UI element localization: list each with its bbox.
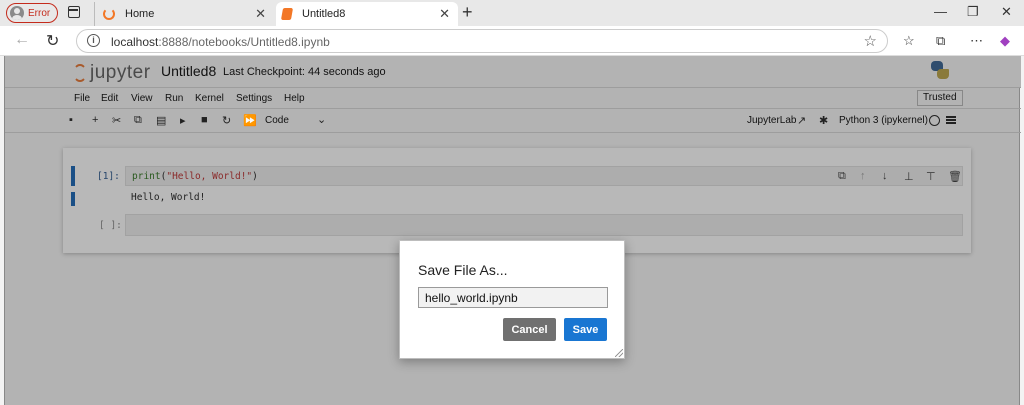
restore-icon[interactable]: ❐ — [967, 4, 979, 20]
menu-bar: File Edit View Run Kernel Settings Help … — [5, 87, 1021, 109]
debugger-icon[interactable]: ✱ — [819, 114, 828, 127]
cell-selection-bar[interactable] — [71, 166, 75, 186]
cancel-button[interactable]: Cancel — [503, 318, 556, 341]
move-down-icon[interactable]: ↓ — [882, 170, 888, 182]
output-collapse-bar[interactable] — [71, 192, 75, 206]
notebook-toolbar: ▪ + ✂ ⧉ ▤ ▸ ■ ↻ ⏩ Code ⌄ JupyterLab ↗ ✱ … — [5, 109, 1021, 133]
insert-above-icon[interactable]: ⊥ — [904, 170, 914, 183]
restart-icon[interactable]: ↻ — [222, 114, 231, 127]
menu-edit[interactable]: Edit — [101, 93, 118, 104]
code-cell[interactable]: print("Hello, World!") ⧉ ↑ ↓ ⊥ ⊤ 🗑 — [125, 166, 963, 186]
tab-title: Home — [125, 8, 155, 20]
url-text: localhost:8888/notebooks/Untitled8.ipynb — [111, 35, 330, 49]
dialog-title: Save File As... — [418, 262, 508, 278]
browser-tab-strip: Error Home ✕ Untitled8 ✕ + — ❐ ✕ — [0, 0, 1024, 26]
jupyter-logo[interactable]: jupyter — [73, 62, 151, 84]
profile-status-label: Error — [28, 7, 51, 19]
cut-icon[interactable]: ✂ — [112, 114, 121, 127]
duplicate-cell-icon[interactable]: ⧉ — [838, 170, 846, 183]
filename-input[interactable] — [418, 287, 608, 308]
jupyterlab-link[interactable]: JupyterLab — [747, 115, 796, 126]
new-tab-icon[interactable]: + — [462, 2, 473, 23]
jupyter-favicon-icon — [103, 8, 115, 20]
jupyter-header: jupyter Untitled8 Last Checkpoint: 44 se… — [5, 56, 1021, 87]
save-icon[interactable]: ▪ — [69, 114, 73, 126]
url-field[interactable]: i localhost:8888/notebooks/Untitled8.ipy… — [76, 29, 888, 53]
back-icon[interactable]: ← — [14, 31, 30, 49]
kernel-name[interactable]: Python 3 (ipykernel) — [839, 115, 928, 126]
menu-view[interactable]: View — [131, 93, 153, 104]
cell-type-select[interactable]: Code — [265, 115, 289, 126]
insert-cell-icon[interactable]: + — [92, 114, 98, 126]
trusted-badge[interactable]: Trusted — [917, 90, 963, 106]
avatar — [10, 6, 24, 20]
reload-icon[interactable]: ↻ — [46, 31, 59, 51]
more-menu-icon[interactable]: ⋯ — [970, 33, 983, 49]
python-logo-icon — [931, 61, 949, 79]
close-tab-icon[interactable]: ✕ — [439, 6, 450, 22]
tab-home[interactable]: Home ✕ — [94, 2, 274, 26]
copy-icon[interactable]: ⧉ — [134, 114, 142, 127]
external-link-icon[interactable]: ↗ — [797, 114, 806, 127]
copilot-icon[interactable]: ◆ — [1000, 33, 1010, 49]
fast-forward-icon[interactable]: ⏩ — [243, 114, 257, 127]
menu-file[interactable]: File — [74, 93, 90, 104]
save-file-dialog: Save File As... Cancel Save — [399, 240, 625, 359]
notebook-title[interactable]: Untitled8 — [161, 63, 216, 79]
run-icon[interactable]: ▸ — [180, 114, 186, 127]
menu-settings[interactable]: Settings — [236, 93, 272, 104]
checkpoint-status: Last Checkpoint: 44 seconds ago — [223, 66, 386, 78]
profile-button[interactable]: Error — [6, 3, 58, 23]
tab-title: Untitled8 — [302, 8, 346, 20]
jupyter-logo-icon — [73, 64, 87, 82]
save-button[interactable]: Save — [564, 318, 607, 341]
cell-prompt: [ ]: — [99, 220, 122, 231]
menu-kernel[interactable]: Kernel — [195, 93, 224, 104]
kernel-status-icon — [929, 115, 940, 126]
move-up-icon[interactable]: ↑ — [860, 170, 866, 182]
stop-icon[interactable]: ■ — [201, 114, 208, 126]
cell-output: Hello, World! — [131, 192, 206, 203]
favorites-icon[interactable]: ☆ — [903, 33, 915, 49]
delete-cell-icon[interactable]: 🗑 — [948, 170, 962, 183]
menu-run[interactable]: Run — [165, 93, 183, 104]
address-bar-row: ← ↻ i localhost:8888/notebooks/Untitled8… — [0, 26, 1024, 56]
collections-icon[interactable]: ⧉ — [936, 33, 945, 49]
favorite-star-icon[interactable]: ☆ — [864, 32, 877, 50]
notebook-cells: [1]: print("Hello, World!") ⧉ ↑ ↓ ⊥ ⊤ 🗑 … — [63, 148, 971, 253]
menu-icon[interactable] — [946, 116, 956, 124]
minimize-icon[interactable]: — — [934, 4, 947, 19]
cell-prompt: [1]: — [97, 171, 120, 182]
empty-code-cell[interactable] — [125, 214, 963, 236]
notebook-favicon-icon — [280, 8, 294, 20]
code-line: print("Hello, World!") — [132, 171, 258, 182]
close-window-icon[interactable]: ✕ — [1001, 4, 1012, 20]
insert-below-icon[interactable]: ⊤ — [926, 170, 936, 183]
tab-untitled8[interactable]: Untitled8 ✕ — [276, 2, 458, 26]
chevron-down-icon[interactable]: ⌄ — [317, 113, 326, 126]
close-tab-icon[interactable]: ✕ — [255, 6, 266, 22]
tab-actions-icon[interactable] — [68, 6, 80, 18]
resize-handle[interactable] — [615, 349, 623, 357]
menu-help[interactable]: Help — [284, 93, 305, 104]
site-info-icon[interactable]: i — [87, 34, 100, 47]
paste-icon[interactable]: ▤ — [156, 114, 166, 127]
